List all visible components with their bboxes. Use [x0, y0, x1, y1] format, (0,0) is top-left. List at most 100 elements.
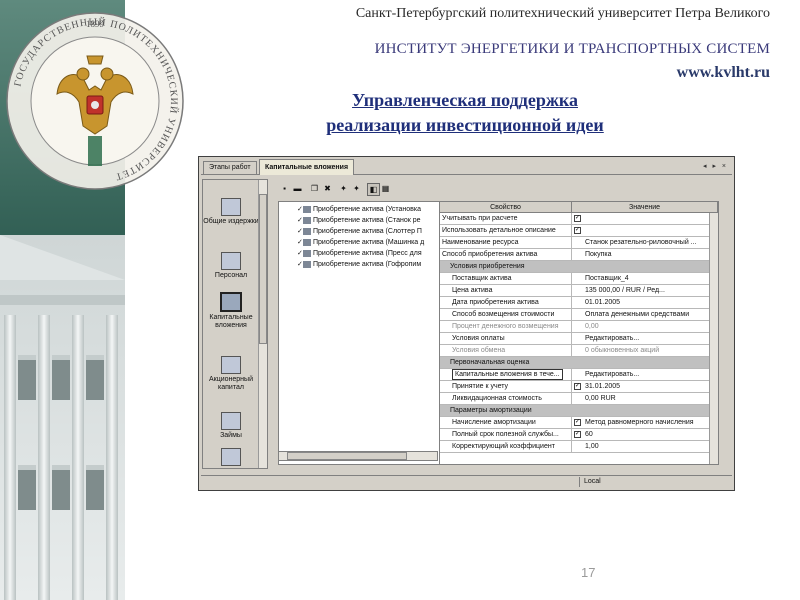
building-window — [86, 355, 104, 400]
delete-icon[interactable]: ✖ — [322, 183, 333, 194]
tab-nav-controls[interactable]: ◂ ▸ × — [703, 162, 728, 170]
grid-property-value[interactable]: ✓ 60 — [572, 429, 718, 441]
grid-row[interactable]: Процент денежного возмещения 0,00 — [440, 321, 718, 333]
grid-group-header[interactable]: Первоначальная оценка — [440, 357, 718, 369]
tab-capital-investments[interactable]: Капитальные вложения — [259, 159, 355, 175]
sidebar-item-overheads[interactable]: Общие издержки — [203, 198, 259, 226]
sidebar-item-personnel[interactable]: Персонал — [203, 252, 259, 280]
building-photo — [0, 235, 125, 600]
list-item[interactable]: ✓ Приобретение актива (Гофропим — [297, 259, 437, 270]
university-emblem-icon: ГОСУДАРСТВЕННЫЙ ПОЛИТЕХНИЧЕСКИЙ УНИВЕРСИ… — [6, 12, 184, 190]
grid-property-name: Процент денежного возмещения — [440, 321, 572, 333]
grid-property-name: Ликвидационная стоимость — [440, 393, 572, 405]
grid-property-value[interactable]: ✓ — [572, 213, 718, 225]
grid-property-name: Способ возмещения стоимости — [440, 309, 572, 321]
grid-property-name: Начисление амортизации — [440, 417, 572, 429]
asset-icon — [303, 227, 311, 235]
grid-property-value[interactable]: ✓ — [572, 225, 718, 237]
sidebar-item-equity[interactable]: Акционерный капитал — [203, 356, 259, 392]
view-icon[interactable]: ◧ — [367, 183, 380, 196]
checkbox[interactable]: ✓ — [574, 419, 581, 426]
grid-property-value[interactable]: Редактировать... — [572, 333, 718, 345]
grid-property-value[interactable]: Станок резательно-риловочный ... — [572, 237, 718, 249]
slide-title-line2: реализации инвестиционной идеи — [326, 115, 604, 135]
loan-icon — [221, 412, 241, 430]
checkbox[interactable]: ✓ — [574, 227, 581, 234]
grid-property-value[interactable]: 01.01.2005 — [572, 297, 718, 309]
grid-row[interactable]: Принятие к учету ✓ 31.01.2005 — [440, 381, 718, 393]
grid-row[interactable]: Капитальные вложения в тече... Редактиров… — [440, 369, 718, 381]
grid-row[interactable]: Использовать детальное описание ✓ — [440, 225, 718, 237]
status-bar: Local — [201, 475, 732, 488]
properties-icon[interactable]: ▦ — [380, 183, 391, 194]
grid-property-name: Корректирующий коэффициент — [440, 441, 572, 453]
grid-property-value[interactable]: Покупка — [572, 249, 718, 261]
grid-property-name: Учитывать при расчете — [440, 213, 572, 225]
building-column — [4, 315, 16, 600]
sidebar-scrollbar[interactable] — [258, 180, 267, 468]
asset-icon — [303, 216, 311, 224]
list-horizontal-scrollbar[interactable] — [278, 451, 438, 461]
grid-property-value[interactable]: 135 000,00 / RUR / Ред... — [572, 285, 718, 297]
new-icon[interactable]: ▪ — [279, 183, 290, 194]
grid-property-value[interactable]: 0 обыкновенных акций — [572, 345, 718, 357]
asset-icon — [303, 238, 311, 246]
grid-property-name: Дата приобретения актива — [440, 297, 572, 309]
grid-group-header[interactable]: Параметры амортизации — [440, 405, 718, 417]
grid-property-value[interactable]: Оплата денежными средствами — [572, 309, 718, 321]
grid-row[interactable]: Полный срок полезной службы... ✓ 60 — [440, 429, 718, 441]
building-window — [18, 465, 36, 510]
grid-property-value[interactable]: ✓ 31.01.2005 — [572, 381, 718, 393]
grid-row[interactable]: Корректирующий коэффициент 1,00 — [440, 441, 718, 453]
checkbox[interactable]: ✓ — [574, 431, 581, 438]
app-window: Этапы работ Капитальные вложения ◂ ▸ × О… — [198, 156, 735, 491]
grid-row[interactable]: Цена актива 135 000,00 / RUR / Ред... — [440, 285, 718, 297]
move-down-icon[interactable]: ✦ — [351, 183, 362, 194]
column-header-value[interactable]: Значение — [572, 202, 718, 213]
asset-list: ✓ Приобретение актива (Установка ✓ Приобре… — [278, 201, 440, 465]
shares-icon — [221, 356, 241, 374]
copy-icon[interactable]: ❐ — [309, 183, 320, 194]
sidebar-item-capital-investments[interactable]: Капитальные вложения — [203, 292, 259, 330]
checkbox[interactable]: ✓ — [574, 383, 581, 390]
tab-stages[interactable]: Этапы работ — [203, 161, 257, 174]
institute-name: ИНСТИТУТ ЭНЕРГЕТИКИ И ТРАНСПОРТНЫХ СИСТЕ… — [374, 41, 770, 57]
open-folder-icon[interactable]: ▬ — [292, 183, 303, 194]
grid-row[interactable]: Способ приобретения актива Покупка — [440, 249, 718, 261]
list-item[interactable]: ✓ Приобретение актива (Установка — [297, 204, 437, 215]
grid-property-name: Способ приобретения актива — [440, 249, 572, 261]
grid-property-value[interactable]: 0,00 — [572, 321, 718, 333]
grid-property-name: Условия обмена — [440, 345, 572, 357]
grid-row[interactable]: Дата приобретения актива 01.01.2005 — [440, 297, 718, 309]
grid-row[interactable]: Условия обмена 0 обыкновенных акций — [440, 345, 718, 357]
sidebar-item-more[interactable] — [203, 448, 259, 468]
status-connection: Local — [579, 477, 601, 487]
checkbox[interactable]: ✓ — [574, 215, 581, 222]
list-item[interactable]: ✓ Приобретение актива (Машинка д — [297, 237, 437, 248]
move-up-icon[interactable]: ✦ — [338, 183, 349, 194]
website-link[interactable]: www.kvlht.ru — [677, 64, 770, 82]
column-header-property[interactable]: Свойство — [440, 202, 572, 213]
grid-property-name: Полный срок полезной службы... — [440, 429, 572, 441]
grid-property-value[interactable]: 0,00 RUR — [572, 393, 718, 405]
list-item[interactable]: ✓ Приобретение актива (Слоттер П — [297, 226, 437, 237]
list-item[interactable]: ✓ Приобретение актива (Пресс для — [297, 248, 437, 259]
list-item[interactable]: ✓ Приобретение актива (Станок ре — [297, 215, 437, 226]
grid-property-value[interactable]: 1,00 — [572, 441, 718, 453]
grid-row[interactable]: Способ возмещения стоимости Оплата денежн… — [440, 309, 718, 321]
building-window — [86, 465, 104, 510]
grid-row[interactable]: Поставщик актива Поставщик_4 — [440, 273, 718, 285]
sidebar-item-loans[interactable]: Займы — [203, 412, 259, 440]
grid-group-header[interactable]: Условия приобретения — [440, 261, 718, 273]
grid-property-name: Условия приобретения — [450, 263, 525, 270]
grid-row[interactable]: Начисление амортизации ✓ Метод равномерног… — [440, 417, 718, 429]
grid-scrollbar[interactable] — [709, 213, 718, 464]
grid-property-value[interactable]: Редактировать... — [572, 369, 718, 381]
grid-row[interactable]: Наименование ресурса Станок резательно-ри… — [440, 237, 718, 249]
grid-property-value[interactable]: Поставщик_4 — [572, 273, 718, 285]
grid-row[interactable]: Ликвидационная стоимость 0,00 RUR — [440, 393, 718, 405]
grid-row[interactable]: Учитывать при расчете ✓ — [440, 213, 718, 225]
grid-property-value[interactable]: ✓ Метод равномерного начисления — [572, 417, 718, 429]
building-window — [18, 355, 36, 400]
grid-row[interactable]: Условия оплаты Редактировать... — [440, 333, 718, 345]
